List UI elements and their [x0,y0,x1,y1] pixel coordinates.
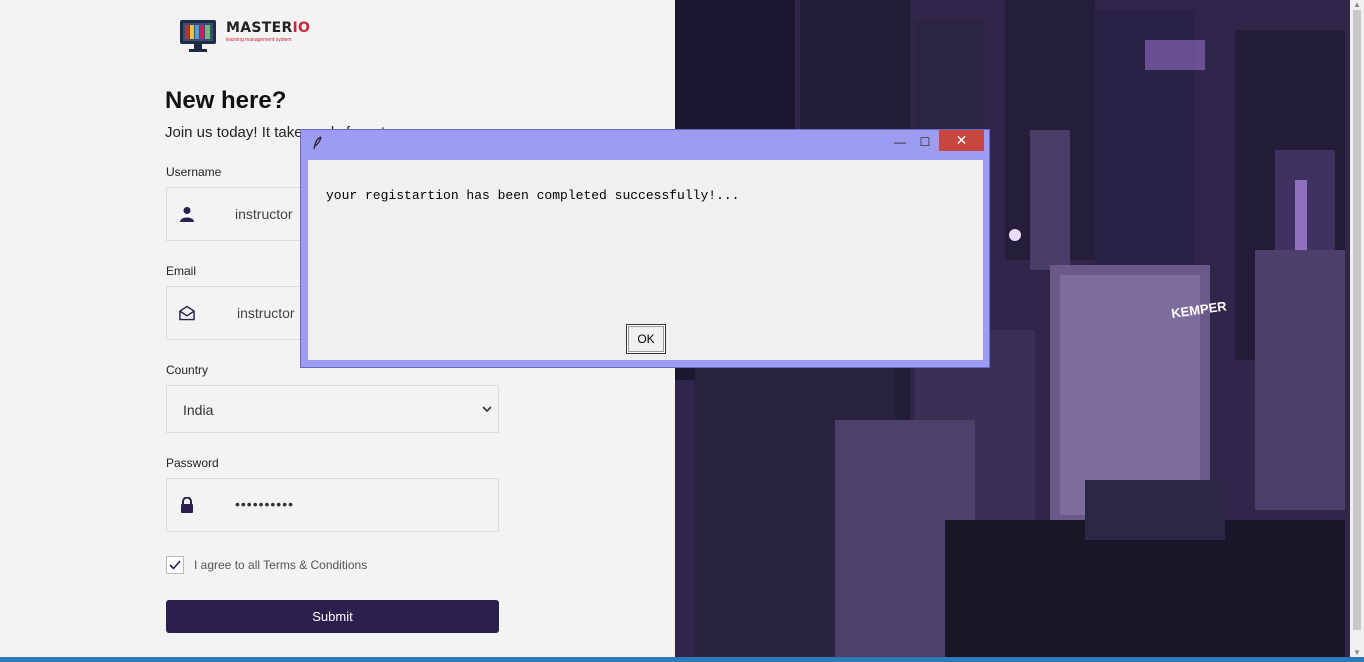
username-value: instructor [235,206,293,222]
country-value: India [183,402,214,418]
country-select[interactable]: India [166,385,499,433]
logo: MASTERIO learning management system [178,16,311,56]
close-button[interactable]: ✕ [939,130,984,151]
feather-icon [313,136,323,153]
scrollbar-thumb[interactable] [1353,10,1361,630]
terms-checkbox[interactable] [166,556,184,574]
monitor-books-icon [180,20,216,52]
password-value: •••••••••• [235,496,295,512]
username-label: Username [166,165,222,179]
password-field[interactable]: •••••••••• [166,478,499,532]
chevron-down-icon [482,402,492,416]
email-label: Email [166,264,197,278]
ok-button[interactable]: OK [626,324,666,354]
email-value: instructor [237,305,295,321]
country-label: Country [166,363,209,377]
page-title: New here? [165,87,287,114]
terms-label: I agree to all Terms & Conditions [194,558,368,572]
envelope-open-icon [179,304,195,322]
logo-tagline: learning management system [226,37,292,43]
dialog-message: your registartion has been completed suc… [326,188,740,203]
minimize-button[interactable]: — [889,132,911,152]
page-scrollbar[interactable]: ▲ ▼ [1350,0,1364,657]
submit-button[interactable]: Submit [166,600,499,633]
user-icon [179,205,195,223]
password-label: Password [166,456,219,470]
checkmark-icon [169,560,181,570]
dialog-titlebar[interactable]: — ☐ ✕ [301,130,989,158]
logo-wordmark: MASTERIO [226,20,311,36]
taskbar [0,657,1364,662]
scroll-up-icon[interactable]: ▲ [1353,0,1361,9]
message-dialog: — ☐ ✕ your registartion has been complet… [300,129,990,368]
lock-icon [179,496,195,514]
maximize-button[interactable]: ☐ [914,132,936,152]
scroll-down-icon[interactable]: ▼ [1353,648,1361,657]
dialog-content: your registartion has been completed suc… [308,160,983,360]
